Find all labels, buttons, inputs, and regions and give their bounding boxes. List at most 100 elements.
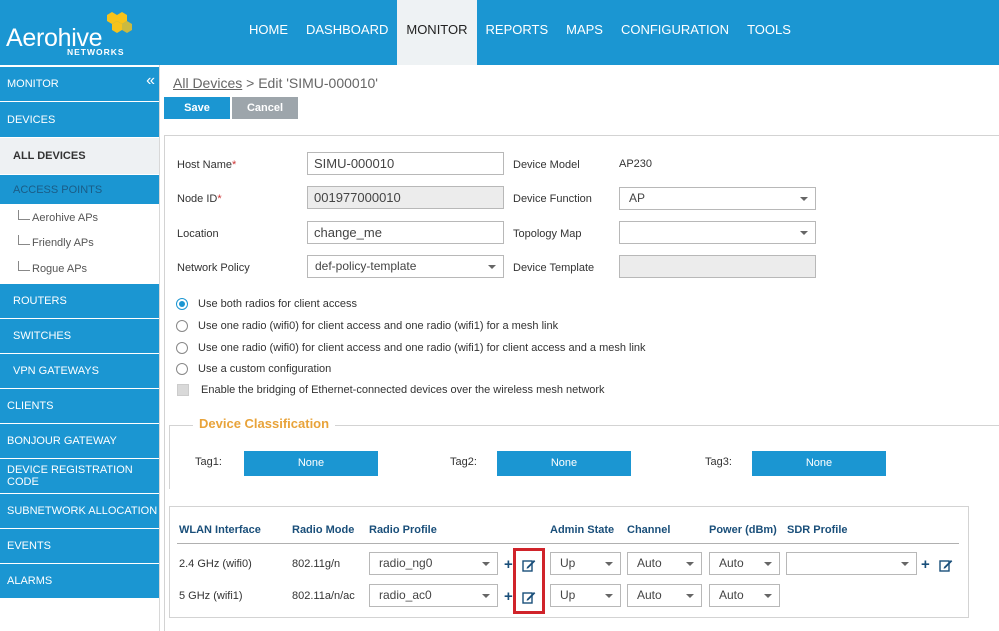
tree-connector (18, 235, 30, 245)
chevron-down-icon (800, 231, 808, 235)
device-function-select[interactable]: AP (619, 187, 816, 210)
nav-maps[interactable]: MAPS (557, 0, 612, 65)
row1-sdr-profile-select[interactable] (786, 552, 917, 575)
sidebar-item-access-points[interactable]: ACCESS POINTS (0, 175, 159, 204)
top-nav: HOME DASHBOARD MONITOR REPORTS MAPS CONF… (240, 0, 800, 65)
row1-mode: 802.11g/n (292, 558, 341, 570)
chevron-down-icon (686, 594, 694, 598)
network-policy-label: Network Policy (177, 262, 250, 274)
nav-home[interactable]: HOME (240, 0, 297, 65)
chevron-down-icon (482, 562, 490, 566)
tree-connector (18, 261, 30, 271)
col-admin-state: Admin State (550, 524, 615, 536)
radio-custom-config-label: Use a custom configuration (198, 363, 332, 375)
device-template-input (619, 255, 816, 278)
node-id-label: Node ID* (177, 193, 222, 205)
logo-hexagons-icon (107, 12, 132, 33)
sidebar-item-monitor[interactable]: MONITOR « (0, 67, 159, 101)
chevron-down-icon (488, 265, 496, 269)
network-policy-select[interactable]: def-policy-template (307, 255, 504, 278)
sidebar-item-aerohive-aps[interactable]: Aerohive APs (0, 206, 159, 230)
chevron-down-icon (605, 594, 613, 598)
row1-power-select[interactable]: Auto (709, 552, 780, 575)
sidebar-monitor-label: MONITOR (7, 78, 59, 90)
required-mark: * (232, 159, 237, 171)
bridging-label: Enable the bridging of Ethernet-connecte… (201, 384, 605, 396)
device-template-label: Device Template (513, 262, 595, 274)
col-channel: Channel (627, 524, 671, 536)
location-input[interactable]: change_me (307, 221, 504, 244)
top-header: Aerohive NETWORKS HOME DASHBOARD MONITOR… (0, 0, 999, 65)
row1-interface: 2.4 GHz (wifi0) (179, 558, 252, 570)
row1-radio-profile-select[interactable]: radio_ng0 (369, 552, 498, 575)
bridging-checkbox[interactable] (177, 384, 189, 396)
required-mark: * (217, 193, 222, 205)
radio-both-radios-label: Use both radios for client access (198, 298, 357, 310)
location-label: Location (177, 228, 219, 240)
nav-monitor[interactable]: MONITOR (397, 0, 477, 65)
sidebar-item-bonjour-gateway[interactable]: BONJOUR GATEWAY (0, 424, 159, 458)
topology-map-select[interactable] (619, 221, 816, 244)
sidebar-item-friendly-aps[interactable]: Friendly APs (0, 231, 159, 255)
row2-power-select[interactable]: Auto (709, 584, 780, 607)
radio-client-and-mesh[interactable] (176, 342, 188, 354)
sidebar-item-all-devices[interactable]: ALL DEVICES (0, 138, 159, 174)
nav-configuration[interactable]: CONFIGURATION (612, 0, 738, 65)
sidebar-item-devices[interactable]: DEVICES (0, 102, 159, 137)
chevron-down-icon (800, 197, 808, 201)
app-window: Aerohive NETWORKS HOME DASHBOARD MONITOR… (0, 0, 999, 631)
collapse-sidebar-icon[interactable]: « (146, 73, 155, 89)
row1-channel-select[interactable]: Auto (627, 552, 702, 575)
add-radio-profile-button[interactable]: + (504, 557, 513, 572)
device-model-label: Device Model (513, 159, 580, 171)
sidebar-item-alarms[interactable]: ALARMS (0, 564, 159, 598)
table-header-divider (177, 543, 959, 544)
col-radio-mode: Radio Mode (292, 524, 355, 536)
breadcrumb-current: > Edit 'SIMU-000010' (242, 75, 378, 91)
sidebar: MONITOR « DEVICES ALL DEVICES ACCESS POI… (0, 65, 160, 631)
sidebar-item-device-registration-code[interactable]: DEVICE REGISTRATION CODE (0, 459, 159, 493)
tag3-button[interactable]: None (752, 451, 886, 476)
aerohive-aps-label: Aerohive APs (32, 212, 99, 224)
row2-channel-select[interactable]: Auto (627, 584, 702, 607)
row2-admin-state-select[interactable]: Up (550, 584, 621, 607)
aerohive-logo[interactable]: Aerohive NETWORKS (6, 10, 156, 60)
tag2-button[interactable]: None (497, 451, 631, 476)
sidebar-item-events[interactable]: EVENTS (0, 529, 159, 563)
sidebar-item-vpn-gateways[interactable]: VPN GATEWAYS (0, 354, 159, 388)
chevron-down-icon (686, 562, 694, 566)
device-classification-title: Device Classification (193, 416, 336, 431)
chevron-down-icon (764, 594, 772, 598)
chevron-down-icon (605, 562, 613, 566)
row2-interface: 5 GHz (wifi1) (179, 590, 243, 602)
edit-sdr-profile-icon[interactable] (939, 558, 953, 572)
sidebar-item-switches[interactable]: SWITCHES (0, 319, 159, 353)
add-radio-profile-button[interactable]: + (504, 589, 513, 604)
radio-both-radios[interactable] (176, 298, 188, 310)
sidebar-item-routers[interactable]: ROUTERS (0, 284, 159, 318)
topology-map-label: Topology Map (513, 228, 582, 240)
host-name-input[interactable]: SIMU-000010 (307, 152, 504, 175)
chevron-down-icon (764, 562, 772, 566)
radio-one-mesh-link[interactable] (176, 320, 188, 332)
row2-mode: 802.11a/n/ac (292, 590, 355, 602)
row1-admin-state-select[interactable]: Up (550, 552, 621, 575)
breadcrumb: All Devices > Edit 'SIMU-000010' (173, 75, 378, 91)
nav-tools[interactable]: TOOLS (738, 0, 800, 65)
radio-custom-config[interactable] (176, 363, 188, 375)
tag1-button[interactable]: None (244, 451, 378, 476)
tag1-label: Tag1: (195, 456, 222, 468)
tag3-label: Tag3: (705, 456, 732, 468)
cancel-button[interactable]: Cancel (232, 97, 298, 119)
sidebar-item-subnetwork-allocation[interactable]: SUBNETWORK ALLOCATION (0, 494, 159, 528)
save-button[interactable]: Save (164, 97, 230, 119)
col-wlan-interface: WLAN Interface (179, 524, 261, 536)
node-id-input: 001977000010 (307, 186, 504, 209)
row2-radio-profile-select[interactable]: radio_ac0 (369, 584, 498, 607)
nav-dashboard[interactable]: DASHBOARD (297, 0, 397, 65)
sidebar-item-rogue-aps[interactable]: Rogue APs (0, 257, 159, 281)
nav-reports[interactable]: REPORTS (477, 0, 558, 65)
breadcrumb-all-devices-link[interactable]: All Devices (173, 75, 242, 91)
add-sdr-profile-button[interactable]: + (921, 557, 930, 572)
sidebar-item-clients[interactable]: CLIENTS (0, 389, 159, 423)
